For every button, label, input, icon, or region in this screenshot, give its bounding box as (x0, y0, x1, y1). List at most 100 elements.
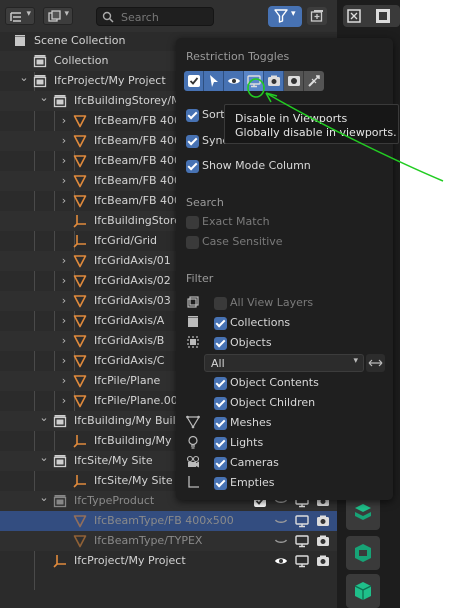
outliner-row-label: IfcGridAxis/02 (94, 274, 171, 287)
show-mode-column-checkbox[interactable] (186, 160, 199, 173)
viewport-header-buttons[interactable] (343, 5, 400, 27)
editor-type-button[interactable]: ▾ (5, 7, 35, 25)
chevron-down-icon[interactable]: ⌄ (38, 91, 50, 104)
mesh-icon (73, 254, 87, 268)
monitor-icon[interactable] (295, 514, 309, 528)
show-mode-column-label: Show Mode Column (202, 159, 311, 172)
tool-button-1[interactable] (346, 496, 380, 530)
chevron-right-icon[interactable]: › (58, 294, 70, 307)
object-state-value: All (211, 357, 225, 370)
objects-checkbox[interactable] (214, 337, 227, 350)
restriction-toggles-heading: Restriction Toggles (186, 50, 290, 63)
chevron-right-icon[interactable]: › (58, 374, 70, 387)
chevron-right-icon[interactable]: › (58, 394, 70, 407)
restriction-toggle-eye[interactable] (224, 71, 244, 91)
filter-icon (274, 9, 288, 23)
sync-selection-checkbox[interactable] (186, 135, 199, 148)
camera-icon[interactable] (316, 554, 330, 568)
green-cube-cut-icon (355, 544, 371, 562)
restriction-toggle-checkbox[interactable] (184, 71, 204, 91)
new-collection-button[interactable] (307, 7, 327, 25)
tool-button-2[interactable] (346, 536, 380, 570)
filter-heading: Filter (186, 272, 214, 285)
object-state-dropdown[interactable]: All ▾ (204, 354, 364, 372)
collection-icon (53, 414, 67, 428)
chevron-down-icon: ▾ (291, 9, 296, 19)
outliner-row[interactable]: IfcBeamType/FB 400x500 (0, 511, 337, 531)
chevron-right-icon[interactable]: › (58, 174, 70, 187)
arrow-left-right-icon (368, 359, 383, 367)
monitor-icon[interactable] (295, 534, 309, 548)
chevron-right-icon[interactable]: › (58, 194, 70, 207)
outliner-row-label: IfcSite/My Site (74, 454, 153, 467)
outliner-row-label: Scene Collection (34, 34, 126, 47)
mesh-icon (73, 294, 87, 308)
object-icon (187, 336, 199, 348)
meshes-label: Meshes (230, 416, 272, 429)
chevron-down-icon[interactable]: ⌄ (38, 491, 50, 504)
eye-closed-icon[interactable] (274, 514, 288, 528)
chevron-right-icon[interactable]: › (58, 314, 70, 327)
outliner-row-label: IfcPile/Plane (94, 374, 161, 387)
outliner-header: ▾ ▾ Search ▾ (0, 0, 337, 32)
chevron-right-icon[interactable]: › (58, 134, 70, 147)
collection-icon (33, 74, 47, 88)
all-view-layers-label: All View Layers (230, 296, 314, 309)
tooltip: Disable in Viewports Globally disable in… (224, 104, 399, 144)
object-children-checkbox[interactable] (214, 397, 227, 410)
restriction-toggle-holdout[interactable] (284, 71, 304, 91)
restriction-toggle-cursor[interactable] (204, 71, 224, 91)
outliner-row-label: IfcTypeProduct (74, 494, 155, 507)
chevron-down-icon: ▾ (353, 356, 358, 366)
object-contents-checkbox[interactable] (214, 377, 227, 390)
case-sensitive-checkbox[interactable] (186, 236, 199, 249)
mesh-icon (73, 154, 87, 168)
camera-icon[interactable] (316, 514, 330, 528)
eye-icon[interactable] (274, 554, 288, 568)
mesh-icon (73, 274, 87, 288)
outliner-row-label: IfcGridAxis/01 (94, 254, 171, 267)
lights-checkbox[interactable] (214, 437, 227, 450)
chevron-down-icon: ▾ (26, 9, 31, 19)
chevron-right-icon[interactable]: › (58, 354, 70, 367)
search-field[interactable]: Search (96, 7, 214, 26)
chevron-right-icon[interactable]: › (58, 114, 70, 127)
invert-filter-button[interactable] (366, 354, 385, 372)
meshes-checkbox[interactable] (214, 417, 227, 430)
mesh-icon (73, 374, 87, 388)
outliner-row-label: IfcBeamType/FB 400x500 (94, 514, 234, 527)
chevron-down-icon[interactable]: ⌄ (18, 71, 30, 84)
display-mode-button[interactable]: ▾ (43, 7, 73, 25)
outliner-row-label: IfcGridAxis/A (94, 314, 165, 327)
outliner-row[interactable]: IfcBeamType/TYPEX (0, 531, 337, 551)
mesh-icon (73, 354, 87, 368)
outliner-row-label: IfcGridAxis/C (94, 354, 165, 367)
restriction-toggle-indirect-only[interactable] (304, 71, 324, 91)
chevron-down-icon[interactable]: ⌄ (38, 451, 50, 464)
collection-icon (53, 454, 67, 468)
cameras-checkbox[interactable] (214, 457, 227, 470)
all-view-layers-checkbox[interactable] (214, 297, 227, 310)
outliner-row[interactable]: IfcProject/My Project (0, 551, 337, 571)
collection-icon (188, 316, 198, 327)
light-icon (188, 435, 198, 449)
filter-button[interactable]: ▾ (268, 6, 302, 27)
chevron-right-icon[interactable]: › (58, 254, 70, 267)
restriction-toggle-monitor[interactable] (244, 71, 264, 91)
sort-alphabetically-checkbox[interactable] (186, 109, 199, 122)
case-sensitive-label: Case Sensitive (202, 235, 283, 248)
chevron-right-icon[interactable]: › (58, 334, 70, 347)
empty-icon (73, 434, 87, 448)
tool-button-3[interactable] (346, 574, 380, 608)
camera-icon[interactable] (316, 534, 330, 548)
chevron-right-icon[interactable]: › (58, 154, 70, 167)
exact-match-checkbox[interactable] (186, 216, 199, 229)
collections-checkbox[interactable] (214, 317, 227, 330)
monitor-icon[interactable] (295, 554, 309, 568)
restriction-toggle-camera[interactable] (264, 71, 284, 91)
empties-checkbox[interactable] (214, 477, 227, 490)
search-icon (102, 11, 114, 23)
eye-closed-icon[interactable] (274, 534, 288, 548)
chevron-down-icon[interactable]: ⌄ (38, 411, 50, 424)
chevron-right-icon[interactable]: › (58, 274, 70, 287)
